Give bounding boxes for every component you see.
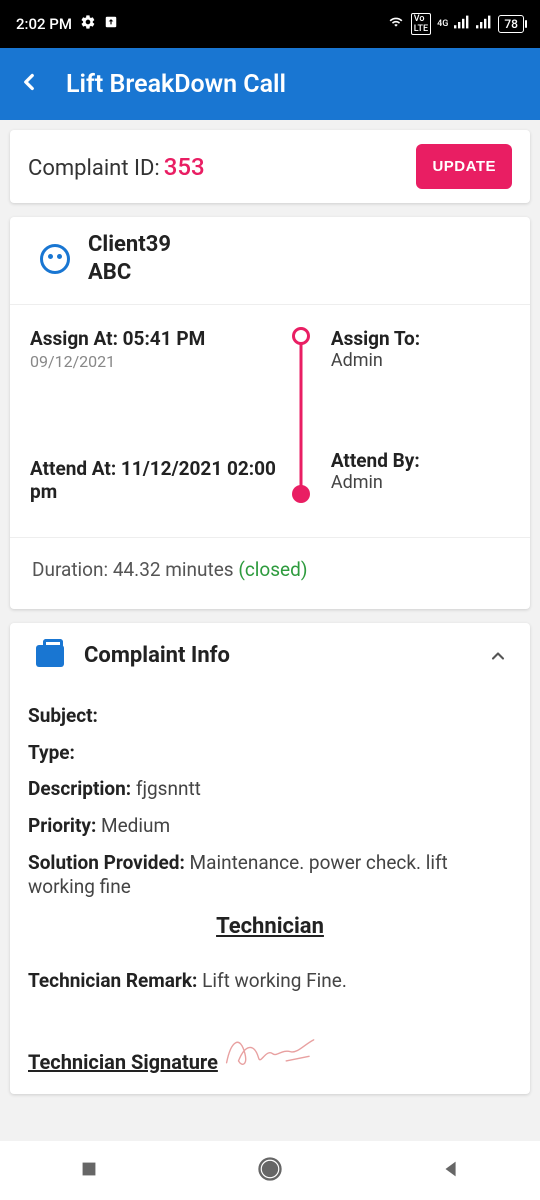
update-button[interactable]: UPDATE <box>416 144 512 189</box>
nav-home-button[interactable] <box>256 1155 284 1187</box>
attend-at-label: Attend At: 11/12/2021 02:00 pm <box>30 457 281 503</box>
assign-to-label: Assign To: <box>331 327 510 350</box>
technician-header: Technician <box>28 914 512 939</box>
battery-icon: 78 <box>498 15 524 33</box>
duration-status: (closed) <box>238 558 307 581</box>
complaint-info-header[interactable]: Complaint Info <box>10 623 530 686</box>
assign-to-value: Admin <box>331 350 510 371</box>
wifi-icon <box>387 15 405 33</box>
briefcase-icon <box>36 645 64 667</box>
signal-4g-icon: 4G <box>437 19 448 29</box>
complaint-id-value: 353 <box>164 153 205 181</box>
tech-remark-label: Technician Remark: <box>28 969 197 992</box>
signal-icon <box>454 15 470 33</box>
status-left: 2:02 PM <box>16 14 118 34</box>
tech-remark-value: Lift working Fine. <box>202 969 347 992</box>
description-label: Description: <box>28 777 131 800</box>
client-names: Client39 ABC <box>88 231 171 286</box>
complaint-id-card: Complaint ID: 353 UPDATE <box>10 130 530 203</box>
status-bar: 2:02 PM VoLTE 4G 78 <box>0 0 540 48</box>
subject-label: Subject: <box>28 704 98 727</box>
priority-value: Medium <box>101 814 170 837</box>
nav-recent-button[interactable] <box>78 1158 100 1184</box>
signature-image <box>222 1024 332 1074</box>
chevron-up-icon <box>488 646 508 666</box>
client-name2: ABC <box>88 259 171 287</box>
duration-text: Duration: 44.32 minutes <box>32 558 234 581</box>
client-row: Client39 ABC <box>10 217 530 305</box>
attend-by-label: Attend By: <box>331 449 510 472</box>
description-value: fjgsnntt <box>136 777 201 800</box>
upload-icon <box>104 15 118 33</box>
volte-icon: VoLTE <box>411 13 431 35</box>
signal2-icon <box>476 15 492 33</box>
attend-by-value: Admin <box>331 472 510 493</box>
complaint-info-card: Complaint Info Subject: Type: Descriptio… <box>10 623 530 1094</box>
complaint-id-label: Complaint ID: <box>28 156 160 181</box>
complaint-info-body: Subject: Type: Description: fjgsnntt Pri… <box>10 686 530 1094</box>
assign-at-date: 09/12/2021 <box>30 352 281 371</box>
page-title: Lift BreakDown Call <box>66 70 286 99</box>
app-bar: Lift BreakDown Call <box>0 48 540 120</box>
complaint-info-title: Complaint Info <box>84 643 468 668</box>
nav-back-button[interactable] <box>440 1158 462 1184</box>
tech-signature-label: Technician Signature <box>28 1050 218 1074</box>
solution-label: Solution Provided: <box>28 851 185 874</box>
priority-label: Priority: <box>28 814 96 837</box>
timeline-track <box>281 327 321 503</box>
avatar-icon <box>40 244 70 274</box>
client-timeline-card: Client39 ABC Assign At: 05:41 PM 09/12/2… <box>10 217 530 609</box>
back-button[interactable] <box>16 69 42 99</box>
timeline-dot-filled-icon <box>292 485 310 503</box>
timeline-dot-open-icon <box>292 327 310 345</box>
status-time: 2:02 PM <box>16 15 72 33</box>
assign-at-label: Assign At: 05:41 PM <box>30 327 281 350</box>
timeline: Assign At: 05:41 PM 09/12/2021 Attend At… <box>10 305 530 538</box>
android-nav-bar <box>0 1140 540 1200</box>
status-right: VoLTE 4G 78 <box>387 13 524 35</box>
type-label: Type: <box>28 741 75 764</box>
duration-row: Duration: 44.32 minutes (closed) <box>10 538 530 609</box>
complaint-id-text: Complaint ID: 353 <box>28 153 205 181</box>
client-name1: Client39 <box>88 231 171 259</box>
gear-icon <box>80 14 96 34</box>
